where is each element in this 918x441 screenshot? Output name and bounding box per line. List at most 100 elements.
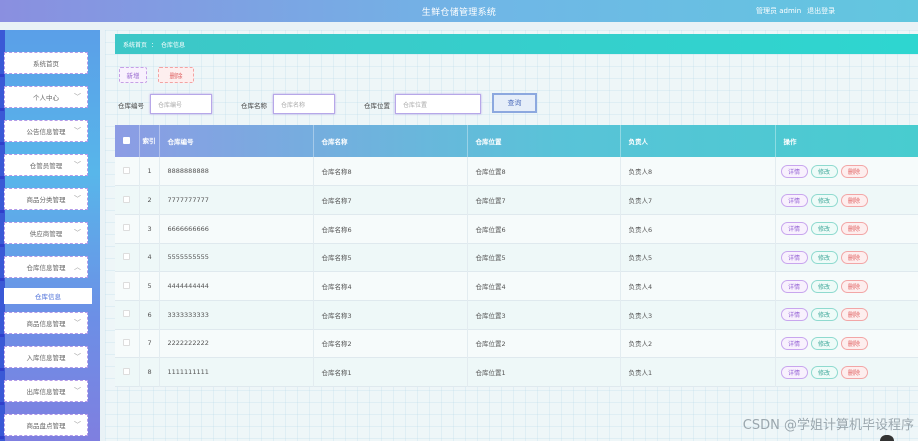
edit-button[interactable]: 修改 <box>810 336 838 350</box>
row-checkbox[interactable] <box>123 166 130 174</box>
cell-code: 2222222222 <box>159 329 314 358</box>
cell-index: 6 <box>139 300 160 330</box>
sidebar-item-1[interactable]: 个人中心 ﹀ <box>4 86 88 108</box>
delete-button[interactable]: 删除 <box>840 250 868 264</box>
delete-button[interactable]: 删除 <box>840 365 868 379</box>
sidebar-marker <box>0 334 4 337</box>
sidebar-marker <box>0 402 4 405</box>
cell-location: 仓库位置5 <box>467 243 621 272</box>
sidebar-item-6[interactable]: 仓库信息管理 ︿ <box>4 256 88 278</box>
cell-code: 3333333333 <box>159 300 314 330</box>
cell-code: 5555555555 <box>159 243 314 272</box>
warehouse-code-input[interactable]: 仓库编号 <box>150 94 212 114</box>
cell-manager: 负责人2 <box>620 329 776 358</box>
row-checkbox[interactable] <box>123 367 130 375</box>
row-checkbox[interactable] <box>123 281 130 289</box>
edit-button[interactable]: 修改 <box>810 308 838 322</box>
current-user: 管理员 admin <box>756 7 802 15</box>
warehouse-name-label: 仓库名称 <box>241 102 267 110</box>
cell-index: 8 <box>139 357 160 387</box>
row-select-cell <box>115 271 140 301</box>
sidebar-item-label: 入库信息管理 <box>26 354 66 362</box>
row-checkbox[interactable] <box>123 224 130 232</box>
cell-code: 4444444444 <box>159 271 314 301</box>
row-checkbox[interactable] <box>123 338 130 346</box>
cell-manager: 负责人6 <box>620 214 776 244</box>
cell-manager: 负责人3 <box>620 300 776 330</box>
batch-delete-button[interactable]: 删除 <box>158 67 194 83</box>
delete-button[interactable]: 删除 <box>840 279 868 293</box>
delete-button[interactable]: 删除 <box>840 308 868 322</box>
search-button[interactable]: 查询 <box>492 93 537 113</box>
cell-name: 仓库名称3 <box>313 300 468 330</box>
warehouse-name-input[interactable]: 仓库名称 <box>273 94 335 114</box>
edit-button[interactable]: 修改 <box>810 164 838 178</box>
cell-code: 8888888888 <box>159 157 314 186</box>
sidebar-item-7[interactable]: 商品信息管理 ﹀ <box>4 312 88 334</box>
col-manager: 负责人 <box>620 125 776 157</box>
logout-link[interactable]: 退出登录 <box>807 6 835 16</box>
col-actions: 操作 <box>775 125 918 157</box>
sidebar-item-5[interactable]: 供应商管理 ﹀ <box>4 222 88 244</box>
select-all-checkbox[interactable] <box>123 136 130 144</box>
sidebar-item-label: 供应商管理 <box>29 230 63 238</box>
delete-button[interactable]: 删除 <box>840 164 868 178</box>
edit-button[interactable]: 修改 <box>810 193 838 207</box>
table-header-row: 索引 仓库编号 仓库名称 仓库位置 负责人 操作 <box>115 125 918 157</box>
sidebar: 系统首页 个人中心 ﹀ 公告信息管理 ﹀ 仓管员管理 ﹀ 商品分类管理 ﹀ 供应商管理 ﹀ 仓库信息管… <box>0 30 100 441</box>
add-button[interactable]: 新增 <box>119 67 147 83</box>
row-checkbox[interactable] <box>123 195 130 203</box>
row-checkbox[interactable] <box>123 310 130 318</box>
cell-index: 4 <box>139 243 160 272</box>
detail-button[interactable]: 详情 <box>780 250 808 264</box>
sidebar-item-label: 出库信息管理 <box>26 388 66 396</box>
sidebar-marker <box>0 278 4 281</box>
detail-button[interactable]: 详情 <box>780 193 808 207</box>
cell-actions: 详情 修改 删除 <box>775 214 918 244</box>
cell-actions: 详情 修改 删除 <box>775 271 918 301</box>
sidebar-marker <box>0 210 4 213</box>
row-select-cell <box>115 157 140 186</box>
floating-widget[interactable] <box>880 435 894 441</box>
delete-button[interactable]: 删除 <box>840 336 868 350</box>
table-row: 5 4444444444 仓库名称4 仓库位置4 负责人4 详情 修改 删除 <box>115 271 918 301</box>
table-row: 3 6666666666 仓库名称6 仓库位置6 负责人6 详情 修改 删除 <box>115 214 918 244</box>
sidebar-subitem-warehouse-info[interactable]: 仓库信息 <box>4 288 92 304</box>
edit-button[interactable]: 修改 <box>810 250 838 264</box>
warehouse-location-input[interactable]: 仓库位置 <box>395 94 481 114</box>
detail-button[interactable]: 详情 <box>780 279 808 293</box>
row-checkbox[interactable] <box>123 252 130 260</box>
table-row: 1 8888888888 仓库名称8 仓库位置8 负责人8 详情 修改 删除 <box>115 157 918 186</box>
cell-location: 仓库位置1 <box>467 357 621 387</box>
detail-button[interactable]: 详情 <box>780 336 808 350</box>
main-content: 系统首页 ： 仓库信息 新增 删除 仓库编号 仓库编号 仓库名称 仓库名称 仓库… <box>105 30 918 441</box>
breadcrumb-separator: ： <box>151 41 158 49</box>
sidebar-item-label: 系统首页 <box>33 60 59 68</box>
delete-button[interactable]: 删除 <box>840 193 868 207</box>
chevron-down-icon: ﹀ <box>74 161 81 169</box>
detail-button[interactable]: 详情 <box>780 164 808 178</box>
sidebar-item-10[interactable]: 商品盘点管理 ﹀ <box>4 414 88 436</box>
detail-button[interactable]: 详情 <box>780 222 808 236</box>
edit-button[interactable]: 修改 <box>810 279 838 293</box>
sidebar-item-4[interactable]: 商品分类管理 ﹀ <box>4 188 88 210</box>
sidebar-item-0[interactable]: 系统首页 <box>4 52 88 74</box>
detail-button[interactable]: 详情 <box>780 308 808 322</box>
delete-button[interactable]: 删除 <box>840 222 868 236</box>
cell-manager: 负责人8 <box>620 157 776 186</box>
sidebar-item-8[interactable]: 入库信息管理 ﹀ <box>4 346 88 368</box>
sidebar-item-2[interactable]: 公告信息管理 ﹀ <box>4 120 88 142</box>
edit-button[interactable]: 修改 <box>810 222 838 236</box>
sidebar-marker <box>0 74 4 77</box>
breadcrumb-home[interactable]: 系统首页 <box>123 40 147 49</box>
sidebar-item-9[interactable]: 出库信息管理 ﹀ <box>4 380 88 402</box>
cell-code: 6666666666 <box>159 214 314 244</box>
breadcrumb: 系统首页 ： 仓库信息 <box>115 34 918 54</box>
chevron-down-icon: ﹀ <box>74 353 81 361</box>
cell-location: 仓库位置3 <box>467 300 621 330</box>
cell-name: 仓库名称2 <box>313 329 468 358</box>
edit-button[interactable]: 修改 <box>810 365 838 379</box>
sidebar-item-3[interactable]: 仓管员管理 ﹀ <box>4 154 88 176</box>
cell-location: 仓库位置4 <box>467 271 621 301</box>
detail-button[interactable]: 详情 <box>780 365 808 379</box>
